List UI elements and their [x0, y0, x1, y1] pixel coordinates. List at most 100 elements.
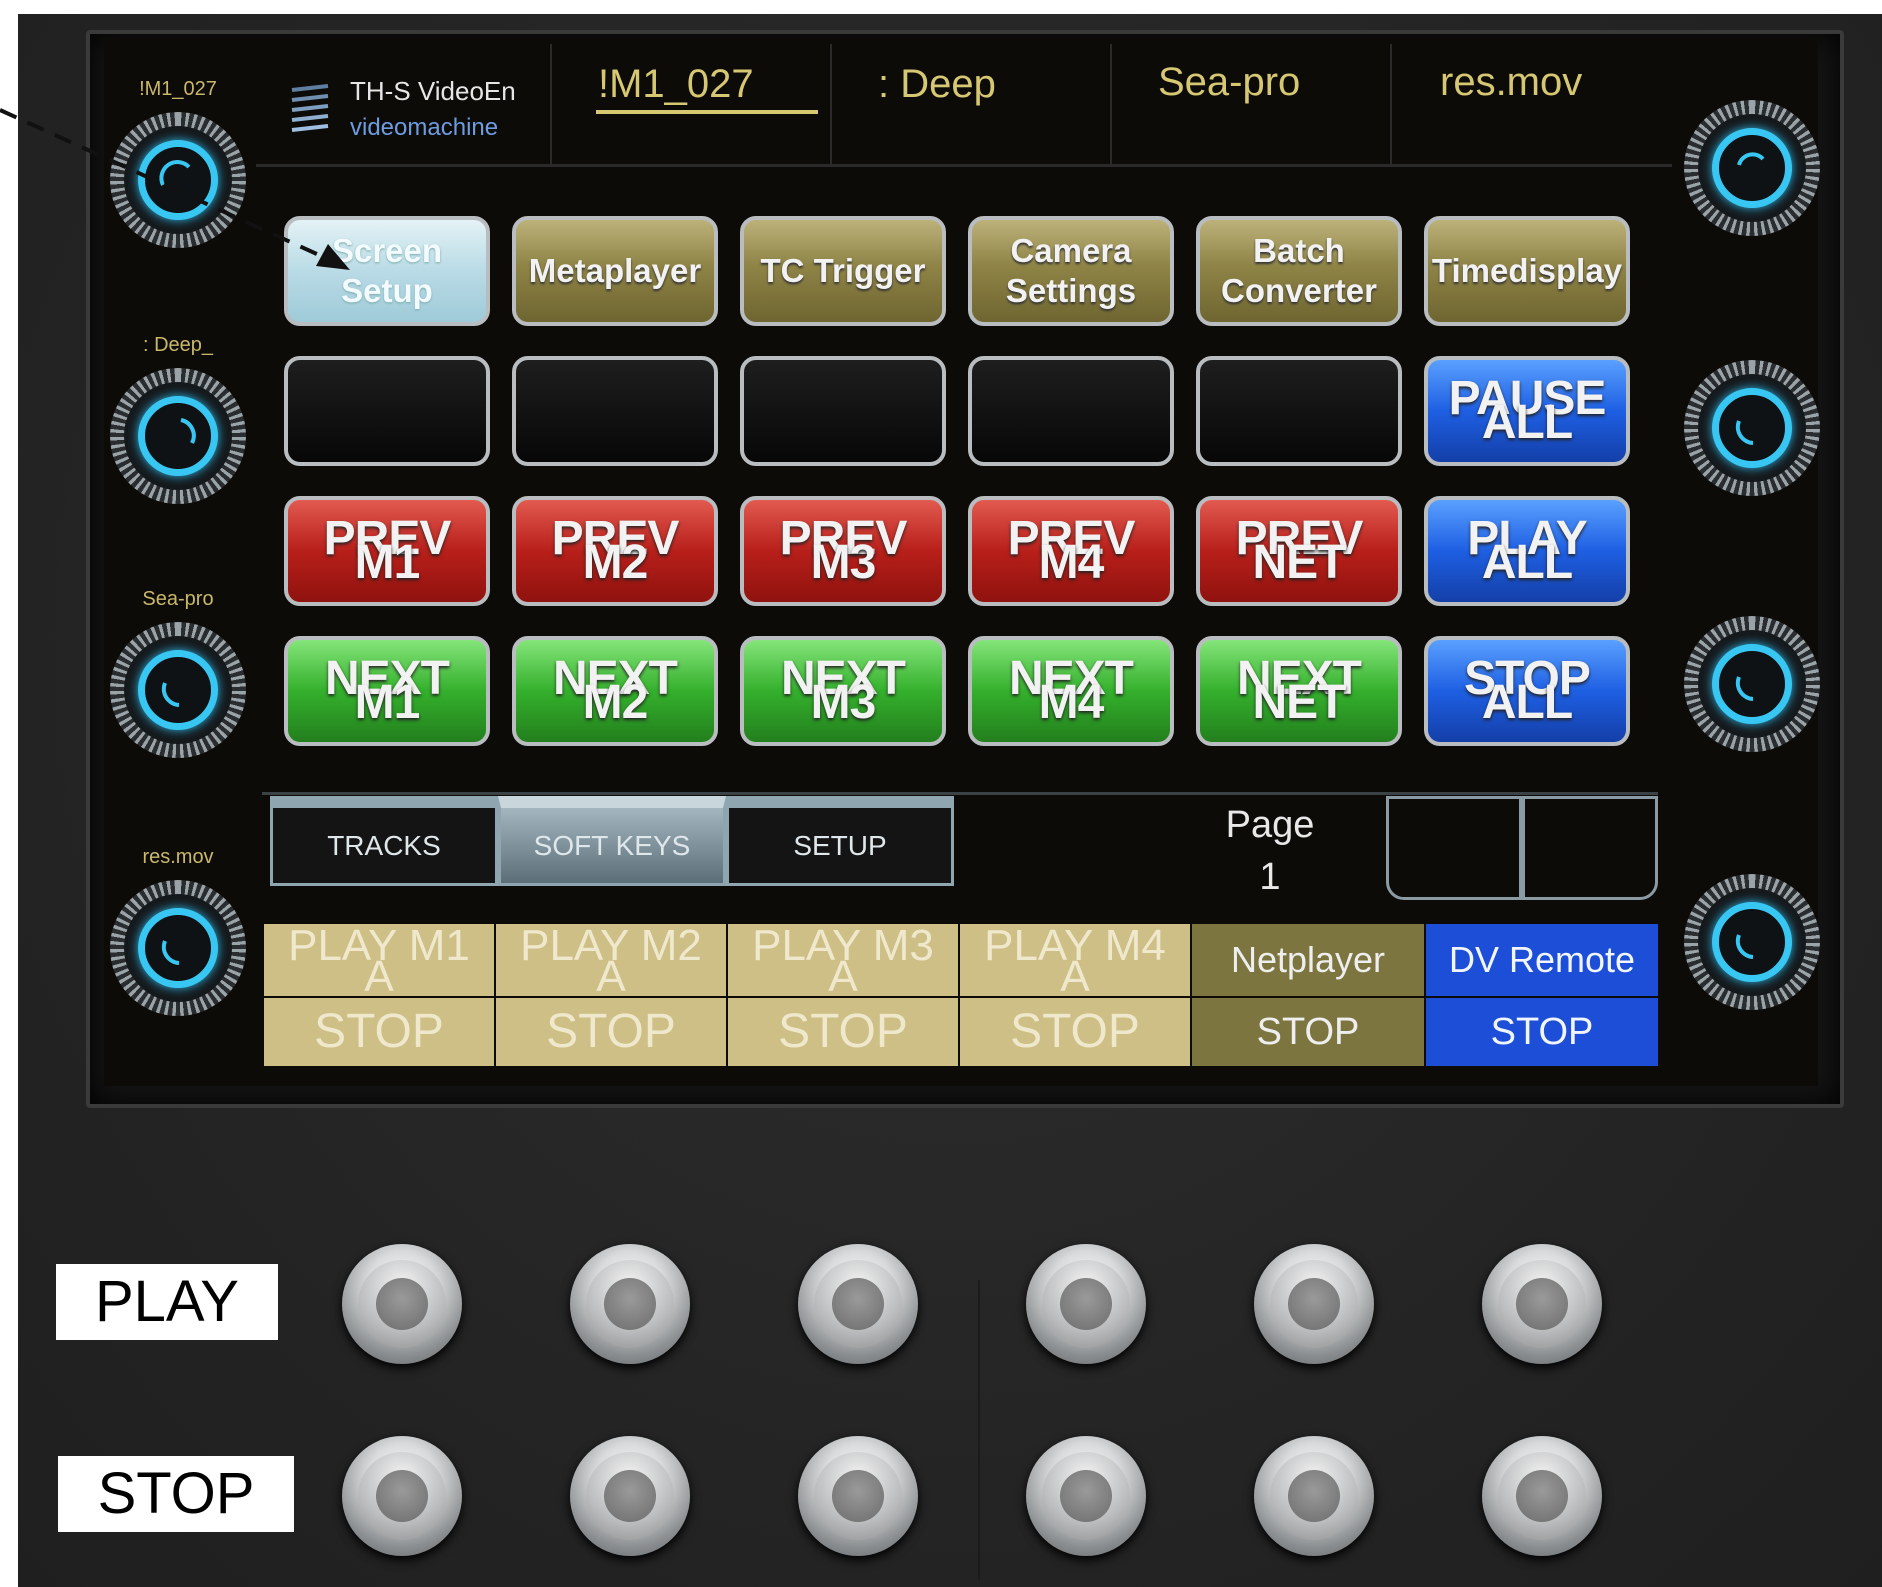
softkey-label: Converter [1221, 272, 1377, 309]
softkey-tc-trigger[interactable]: TC Trigger [740, 216, 946, 326]
play-all-button[interactable]: PLAY ALL [1424, 496, 1630, 606]
assign-label: Netplayer [1230, 939, 1386, 980]
header-field-4[interactable]: res.mov [1390, 44, 1670, 166]
next-m2-button[interactable]: NEXT M2 [512, 636, 718, 746]
knob-label-2: : Deep_ [142, 334, 214, 356]
page-box-left[interactable] [1386, 796, 1522, 900]
softkey-camera-settings[interactable]: Camera Settings [968, 216, 1174, 326]
softkey-empty-4[interactable] [968, 356, 1174, 466]
assign-stop-m3[interactable]: STOP [728, 998, 958, 1066]
softkey-empty-1[interactable] [284, 356, 490, 466]
header-field-3-text: Sea-pro [1158, 60, 1301, 104]
assign-stop-m4[interactable]: STOP [960, 998, 1190, 1066]
header-field-1[interactable]: !M1_027 [550, 44, 832, 166]
rotary-knob-left-3[interactable] [110, 622, 246, 758]
assign-netplayer[interactable]: Netplayer [1192, 924, 1424, 996]
softkey-label: Timedisplay [1431, 252, 1623, 290]
next-net-button[interactable]: NEXT NET [1196, 636, 1402, 746]
knob-label-3: Sea-pro [142, 588, 214, 610]
assign-play-m4[interactable]: PLAY M4 A [960, 924, 1190, 999]
assign-play-m3[interactable]: PLAY M3 A [728, 924, 958, 999]
assign-dv-remote[interactable]: DV Remote [1426, 924, 1658, 996]
softkey-label: Camera [1010, 232, 1132, 270]
softkey-label: Metaplayer [528, 252, 702, 290]
knob-label-4: res.mov [142, 846, 214, 868]
hardware-stop-button-3[interactable] [798, 1436, 918, 1556]
hardware-stop-button-4[interactable] [1026, 1436, 1146, 1556]
softkey-label: Settings [1005, 272, 1137, 309]
hardware-play-label: PLAY [56, 1264, 278, 1340]
assign-stop-dv-remote[interactable]: STOP [1426, 998, 1658, 1066]
hardware-play-button-5[interactable] [1254, 1244, 1374, 1364]
softkey-empty-5[interactable] [1196, 356, 1402, 466]
rotary-knob-right-4[interactable] [1684, 874, 1820, 1010]
button-label: M3 [810, 676, 877, 729]
rotary-knob-right-3[interactable] [1684, 616, 1820, 752]
rotary-knob-left-4[interactable] [110, 880, 246, 1016]
hardware-play-button-4[interactable] [1026, 1244, 1146, 1364]
next-m3-button[interactable]: NEXT M3 [740, 636, 946, 746]
rotary-knob-right-2[interactable] [1684, 360, 1820, 496]
hardware-stop-button-1[interactable] [342, 1436, 462, 1556]
softkey-empty-3[interactable] [740, 356, 946, 466]
header-divider [256, 164, 1672, 167]
assign-stop-m1[interactable]: STOP [264, 998, 494, 1066]
button-label: NET [1252, 676, 1347, 729]
prev-net-button[interactable]: PREV NET [1196, 496, 1402, 606]
knob-dial-icon [1712, 388, 1792, 468]
button-label: M1 [354, 536, 421, 589]
button-label: NET [1252, 536, 1347, 589]
assign-play-m2[interactable]: PLAY M2 A [496, 924, 726, 999]
prev-m4-button[interactable]: PREV M4 [968, 496, 1174, 606]
pause-all-button[interactable]: PAUSE ALL [1424, 356, 1630, 466]
hardware-stop-button-2[interactable] [570, 1436, 690, 1556]
prev-m1-button[interactable]: PREV M1 [284, 496, 490, 606]
knob-dial-icon [1712, 902, 1792, 982]
softkey-label: TC Trigger [760, 252, 926, 290]
header-field-1-text: !M1_027 [598, 62, 754, 106]
header-field-3[interactable]: Sea-pro [1110, 44, 1392, 166]
button-label: ALL [1481, 676, 1573, 729]
hardware-play-button-2[interactable] [570, 1244, 690, 1364]
stop-all-button[interactable]: STOP ALL [1424, 636, 1630, 746]
hardware-stop-button-5[interactable] [1254, 1436, 1374, 1556]
header-field-2-text: : Deep [878, 62, 996, 106]
knob-label-1: !M1_027 [139, 78, 217, 100]
prev-m2-button[interactable]: PREV M2 [512, 496, 718, 606]
hardware-play-button-6[interactable] [1482, 1244, 1602, 1364]
assign-play-m1[interactable]: PLAY M1 A [264, 924, 494, 999]
button-label: M3 [810, 536, 877, 589]
rotary-knob-right-1[interactable] [1684, 100, 1820, 236]
header-field-4-text: res.mov [1440, 60, 1583, 104]
button-label: M4 [1038, 676, 1105, 729]
tab-setup[interactable]: SETUP [726, 796, 954, 886]
next-m4-button[interactable]: NEXT M4 [968, 636, 1174, 746]
softkey-batch-converter[interactable]: Batch Converter [1196, 216, 1402, 326]
knob-dial-icon [138, 650, 218, 730]
softkey-metaplayer[interactable]: Metaplayer [512, 216, 718, 326]
hardware-stop-label: STOP [58, 1456, 294, 1532]
selected-underline [596, 110, 818, 114]
hardware-play-button-3[interactable] [798, 1244, 918, 1364]
button-label: M4 [1038, 536, 1105, 589]
assign-label: DV Remote [1448, 939, 1636, 980]
tab-soft-keys[interactable]: SOFT KEYS [498, 796, 726, 886]
header-field-2[interactable]: : Deep [830, 44, 1112, 166]
hardware-play-button-1[interactable] [342, 1244, 462, 1364]
assign-stop-m2[interactable]: STOP [496, 998, 726, 1066]
knob-dial-icon [138, 396, 218, 476]
softkey-timedisplay[interactable]: Timedisplay [1424, 216, 1630, 326]
softkey-empty-2[interactable] [512, 356, 718, 466]
page-box-right[interactable] [1522, 796, 1658, 900]
button-label: M2 [582, 536, 649, 589]
hardware-stop-button-6[interactable] [1482, 1436, 1602, 1556]
button-label: M2 [582, 676, 649, 729]
rotary-knob-left-2[interactable] [110, 368, 246, 504]
tab-tracks[interactable]: TRACKS [270, 796, 498, 886]
panel-divider [978, 1280, 980, 1580]
knob-dial-icon [1712, 128, 1792, 208]
prev-m3-button[interactable]: PREV M3 [740, 496, 946, 606]
assign-stop-netplayer[interactable]: STOP [1192, 998, 1424, 1066]
knob-dial-icon [1712, 644, 1792, 724]
next-m1-button[interactable]: NEXT M1 [284, 636, 490, 746]
